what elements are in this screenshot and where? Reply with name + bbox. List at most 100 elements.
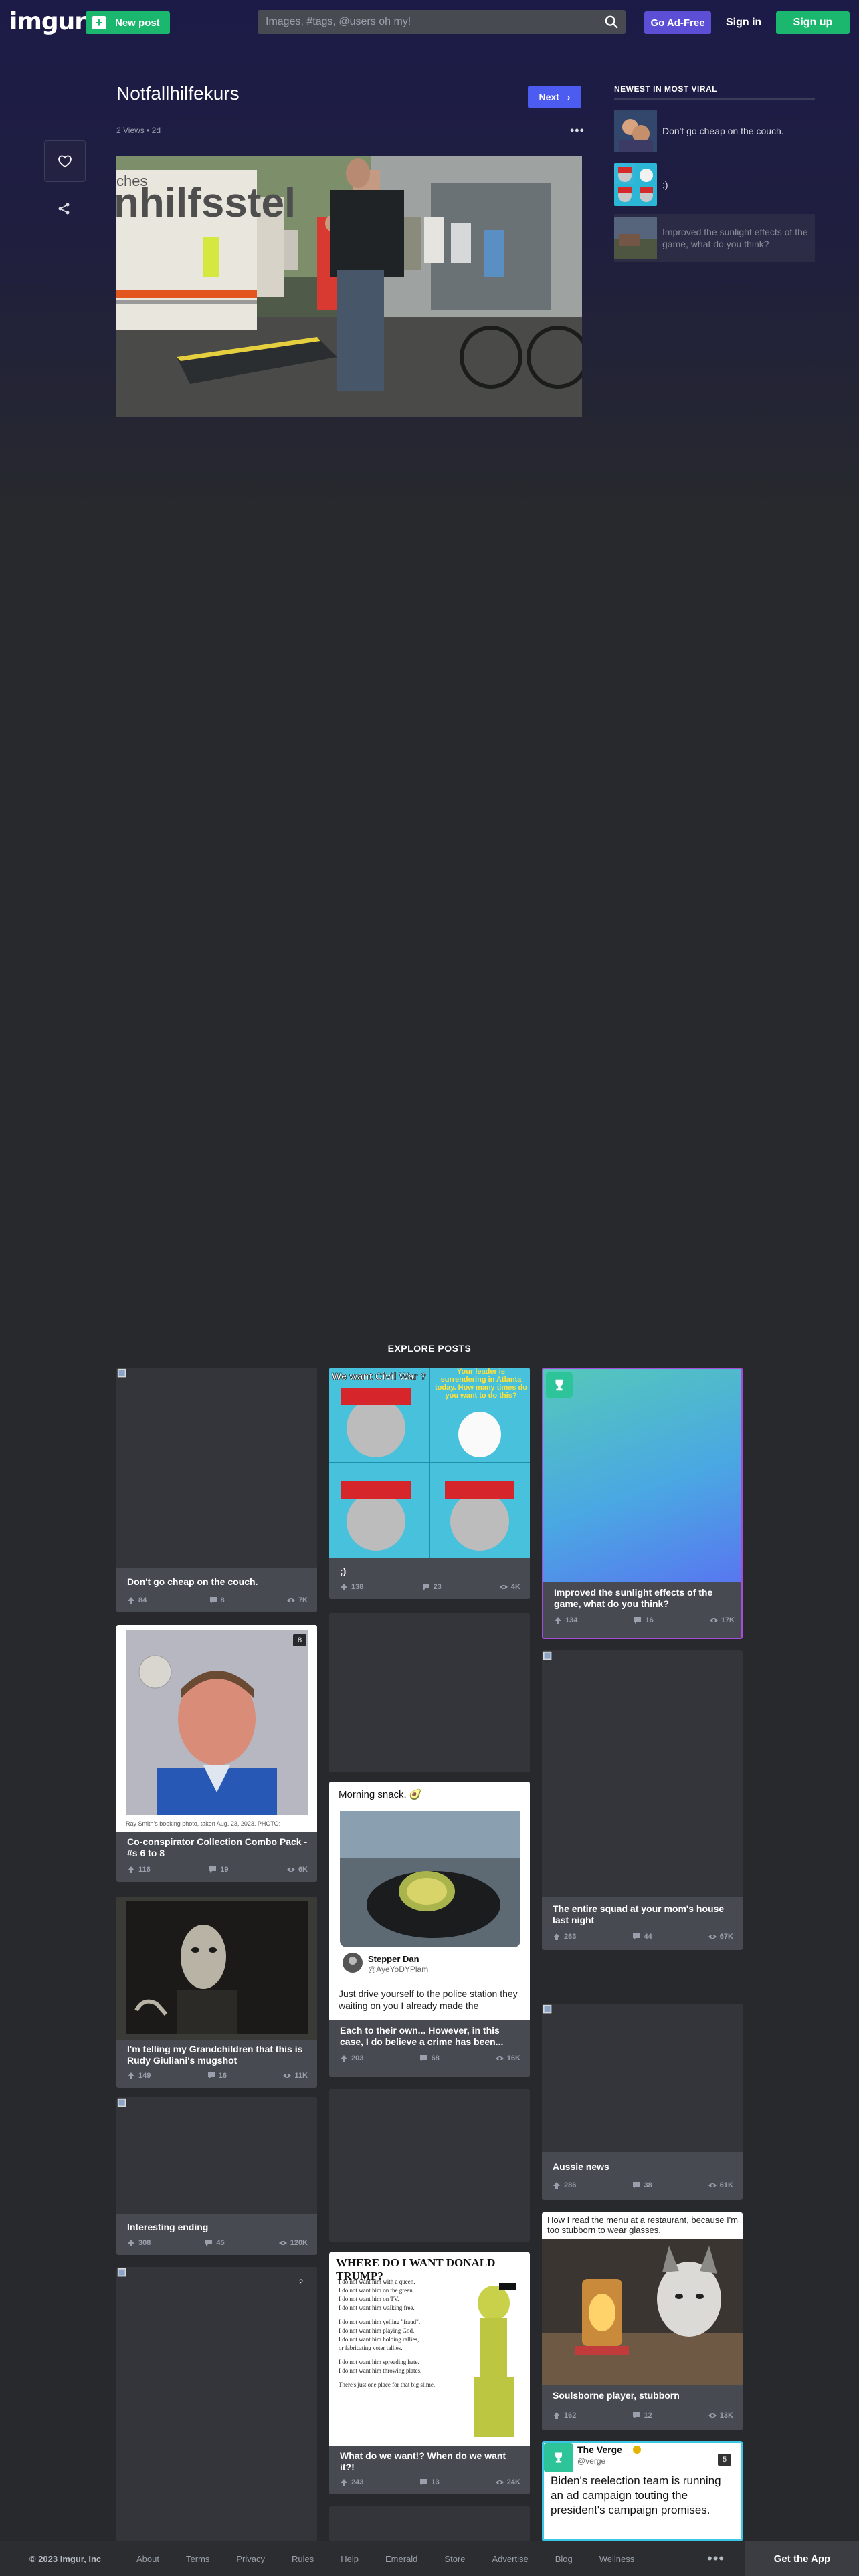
favorite-button[interactable]: [44, 140, 86, 182]
sidebar-item-label: Improved the sunlight effects of the gam…: [662, 227, 808, 249]
tweet-screenshot: Morning snack. 🥑 Stepper Dan @AyeYoDYPla…: [329, 1782, 530, 2020]
footer-link-blog[interactable]: Blog: [555, 2554, 573, 2564]
view-count: 4K: [510, 1583, 520, 1591]
post-card[interactable]: Interesting ending 308 45 120K: [116, 2097, 317, 2255]
new-post-button[interactable]: + New post: [86, 11, 170, 34]
views-icon: [709, 1618, 718, 1622]
sidebar-item-sunlight[interactable]: Improved the sunlight effects of the gam…: [614, 214, 815, 262]
poster-line: I do not want him on the green.: [339, 2287, 414, 2294]
card-title: What do we want!? When do we want it?!: [340, 2450, 506, 2472]
footer-link-advertise[interactable]: Advertise: [492, 2554, 529, 2564]
grinch-illustration: [474, 2283, 516, 2437]
card-title: Aussie news: [553, 2161, 609, 2172]
upvote-icon: [341, 1584, 347, 1590]
sidebar-item-wink[interactable]: ;): [614, 160, 815, 209]
broken-image-icon: [117, 2098, 126, 2107]
sign-in-link[interactable]: Sign in: [726, 11, 761, 34]
more-options-icon[interactable]: •••: [570, 124, 585, 138]
views-icon: [495, 2480, 504, 2484]
poster-line: I do not want him spreading hate.: [339, 2359, 419, 2365]
search-icon[interactable]: [604, 15, 619, 29]
comment-count: 13: [431, 2478, 440, 2486]
post-card-loading[interactable]: [329, 1613, 530, 1772]
post-card-verge[interactable]: The Verge @verge 5 Biden's reelection te…: [542, 2441, 743, 2541]
views-icon: [278, 2241, 287, 2245]
upvote-icon: [555, 1617, 561, 1624]
post-image[interactable]: nhilfsstel ches: [116, 156, 582, 417]
view-count: 67K: [719, 1933, 733, 1941]
top-nav: imgur + New post Go Ad-Free Sign in Sign…: [0, 0, 859, 44]
footer-link-privacy[interactable]: Privacy: [236, 2554, 265, 2564]
post-card[interactable]: I'm telling my Grandchildren that this i…: [116, 1897, 317, 2088]
imgur-logo[interactable]: imgur: [9, 8, 86, 35]
tweet-headline: Biden's reelection team is running an ad…: [551, 2474, 721, 2516]
poster-lines: I do not want him with a queen. I do not …: [339, 2278, 452, 2389]
footer-link-emerald[interactable]: Emerald: [385, 2554, 417, 2564]
comment-icon: [633, 1933, 640, 1940]
poster-line: I do not want him holding rallies,: [339, 2336, 419, 2343]
views-icon: [286, 1868, 295, 1872]
next-post-button[interactable]: Next ›: [528, 86, 581, 108]
get-the-app-button[interactable]: Get the App: [745, 2541, 859, 2576]
post-card[interactable]: Morning snack. 🥑 Stepper Dan @AyeYoDYPla…: [329, 1782, 530, 2077]
post-card-loading[interactable]: [329, 2089, 530, 2242]
comment-count: 16: [645, 1616, 654, 1624]
post-meta: 2 Views • 2d: [116, 126, 161, 135]
poem-poster: WHERE DO I WANT DONALD TRUMP? I do not w…: [329, 2252, 530, 2446]
card-stats: 162 12 13K: [553, 2411, 733, 2420]
explore-heading: EXPLORE POSTS: [387, 1343, 472, 1354]
post-card[interactable]: 2: [116, 2267, 317, 2541]
upvote-count: 149: [138, 2072, 151, 2080]
footer: © 2023 Imgur, Inc About Terms Privacy Ru…: [0, 2541, 859, 2576]
search-input[interactable]: [258, 16, 592, 28]
comment-icon: [634, 1617, 642, 1624]
share-icon[interactable]: [56, 201, 72, 217]
image-count-badge: 8: [293, 1634, 306, 1646]
footer-link-terms[interactable]: Terms: [186, 2554, 209, 2564]
upvote-count: 116: [138, 1866, 151, 1874]
footer-link-rules[interactable]: Rules: [292, 2554, 314, 2564]
card-stats: 308 45 120K: [127, 2239, 308, 2247]
avocado-photo: [340, 1811, 520, 1947]
views-icon: [708, 2183, 717, 2187]
poster-line: I do not want him throwing plates.: [339, 2367, 422, 2374]
sidebar-thumbnail: [614, 217, 657, 259]
post-card[interactable]: WHERE DO I WANT DONALD TRUMP? I do not w…: [329, 2252, 530, 2494]
image-count-badge: 5: [718, 2454, 731, 2466]
view-count: 17K: [721, 1616, 735, 1624]
view-count: 7K: [298, 1596, 308, 1604]
source-handle: @verge: [577, 2456, 606, 2466]
footer-link-help[interactable]: Help: [341, 2554, 359, 2564]
card-media-nosferatu: [116, 1897, 317, 2040]
sidebar-item-couch[interactable]: Don't go cheap on the couch.: [614, 107, 815, 155]
card-media-lantern: How I read the menu at a restaurant, bec…: [542, 2212, 743, 2385]
views-icon: [708, 2413, 717, 2418]
post-card[interactable]: The entire squad at your mom's house las…: [542, 1650, 743, 1950]
card-stats: 116 19 6K: [127, 1866, 308, 1874]
view-count: 11K: [294, 2072, 308, 2080]
card-title: Co-conspirator Collection Combo Pack - #…: [127, 1836, 308, 1858]
upvote-icon: [553, 1933, 560, 1940]
footer-link-store[interactable]: Store: [444, 2554, 465, 2564]
upvote-count: 203: [351, 2054, 364, 2062]
tweet-reply-text: Just drive yourself to the police statio…: [339, 1988, 518, 2011]
footer-more-icon[interactable]: •••: [707, 2550, 725, 2567]
post-card-loading[interactable]: [329, 2506, 530, 2541]
post-card[interactable]: We want Civil War ? Your leader is surre…: [329, 1368, 530, 1599]
sign-up-button[interactable]: Sign up: [776, 11, 850, 34]
card-stats: 84 8 7K: [127, 1596, 308, 1604]
post-card-promoted[interactable]: Improved the sunlight effects of the gam…: [542, 1368, 743, 1639]
upvote-icon: [128, 2072, 134, 2079]
footer-link-about[interactable]: About: [136, 2554, 159, 2564]
card-title: The entire squad at your mom's house las…: [553, 1903, 725, 1925]
broken-image-icon: [543, 2004, 552, 2014]
post-card[interactable]: Don't go cheap on the couch. 84 8 7K: [116, 1368, 317, 1612]
post-card[interactable]: Aussie news 286 38 61K: [542, 2004, 743, 2200]
upvote-count: 134: [565, 1616, 578, 1624]
broken-image-icon: [543, 1651, 552, 1660]
post-card[interactable]: Ray Smith's booking photo, taken Aug. 23…: [116, 1625, 317, 1882]
post-card[interactable]: How I read the menu at a restaurant, bec…: [542, 2212, 743, 2430]
go-ad-free-button[interactable]: Go Ad-Free: [644, 11, 711, 34]
tweet-user-name: Stepper Dan: [368, 1954, 419, 1964]
footer-link-wellness[interactable]: Wellness: [599, 2554, 635, 2564]
